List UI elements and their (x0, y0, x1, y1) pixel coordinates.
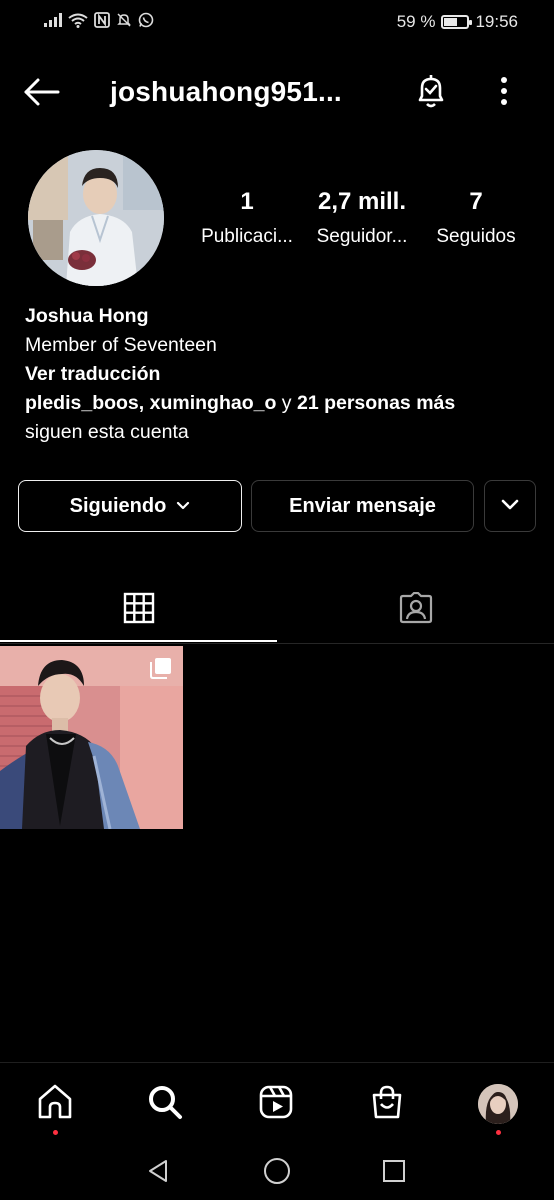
clock: 19:56 (475, 12, 518, 31)
following-button[interactable]: Siguiendo (18, 480, 242, 532)
stat-label: Publicaci... (201, 226, 293, 247)
arrow-left-icon[interactable] (22, 74, 62, 110)
active-tab-indicator (0, 640, 277, 642)
system-recents-icon[interactable] (377, 1154, 411, 1188)
notification-dot (495, 1130, 501, 1135)
bottom-navigation (0, 1062, 554, 1142)
bell-check-icon[interactable] (410, 70, 452, 112)
shop-icon (369, 1084, 405, 1125)
posts-count[interactable]: 1 Publicaci... (193, 188, 301, 248)
profile-header: joshuahong951... (0, 62, 554, 122)
signal-icon (44, 13, 62, 27)
tagged-icon (399, 591, 433, 629)
system-back-icon[interactable] (142, 1154, 176, 1188)
bio-text: Member of Seventeen (25, 334, 217, 356)
followed-by-suffix: siguen esta cuenta (25, 421, 189, 443)
profile-avatar[interactable] (28, 150, 164, 286)
system-navigation-bar (0, 1142, 554, 1200)
followers-count[interactable]: 2,7 mill. Seguidor... (308, 188, 416, 248)
profile-name: Joshua Hong (25, 305, 149, 327)
search-icon (146, 1083, 184, 1126)
chevron-down-icon (176, 501, 190, 511)
more-vertical-icon[interactable] (490, 74, 518, 110)
nav-reels[interactable] (251, 1079, 301, 1129)
tab-grid[interactable] (0, 578, 277, 642)
whatsapp-icon (138, 12, 154, 28)
username-title: joshuahong951... (110, 76, 342, 107)
following-button-label: Siguiendo (69, 494, 167, 517)
wifi-icon (68, 13, 88, 28)
notification-dot (52, 1130, 58, 1135)
reels-icon (258, 1084, 294, 1125)
post-thumbnail[interactable] (0, 646, 183, 829)
nav-shop[interactable] (362, 1079, 412, 1129)
stat-value: 7 (469, 188, 483, 215)
chevron-down-icon (500, 495, 520, 518)
status-bar: 59 % 19:56 (0, 0, 554, 46)
stat-value: 2,7 mill. (317, 188, 407, 215)
followed-by-text[interactable]: pledis_boos, xuminghao_o y 21 personas m… (25, 389, 535, 418)
followed-by-connector: y (276, 392, 297, 414)
send-message-button[interactable]: Enviar mensaje (251, 480, 474, 532)
followed-by-users[interactable]: pledis_boos, xuminghao_o (25, 392, 276, 414)
system-home-icon[interactable] (260, 1154, 294, 1188)
nfc-icon (94, 12, 110, 28)
suggested-accounts-button[interactable] (484, 480, 536, 532)
battery-percent: 59 % (396, 12, 436, 31)
battery-icon (441, 15, 473, 29)
tab-tagged[interactable] (277, 578, 554, 642)
followed-by-others[interactable]: 21 personas más (297, 392, 455, 414)
following-count[interactable]: 7 Seguidos (428, 188, 524, 248)
nav-search[interactable] (140, 1079, 190, 1129)
profile-bio: Joshua Hong Member of Seventeen Ver trad… (25, 302, 535, 447)
stat-value: 1 (240, 188, 254, 215)
stat-label: Seguidor... (316, 226, 408, 247)
stat-label: Seguidos (436, 226, 516, 247)
multiple-images-icon (149, 656, 173, 685)
avatar (478, 1084, 518, 1124)
mute-icon (116, 12, 132, 28)
profile-tabs (0, 578, 554, 644)
grid-icon (123, 592, 155, 629)
home-icon (36, 1083, 74, 1126)
see-translation-link[interactable]: Ver traducción (25, 360, 535, 389)
send-message-label: Enviar mensaje (289, 494, 436, 517)
nav-profile[interactable] (473, 1079, 523, 1135)
nav-home[interactable] (30, 1079, 80, 1135)
